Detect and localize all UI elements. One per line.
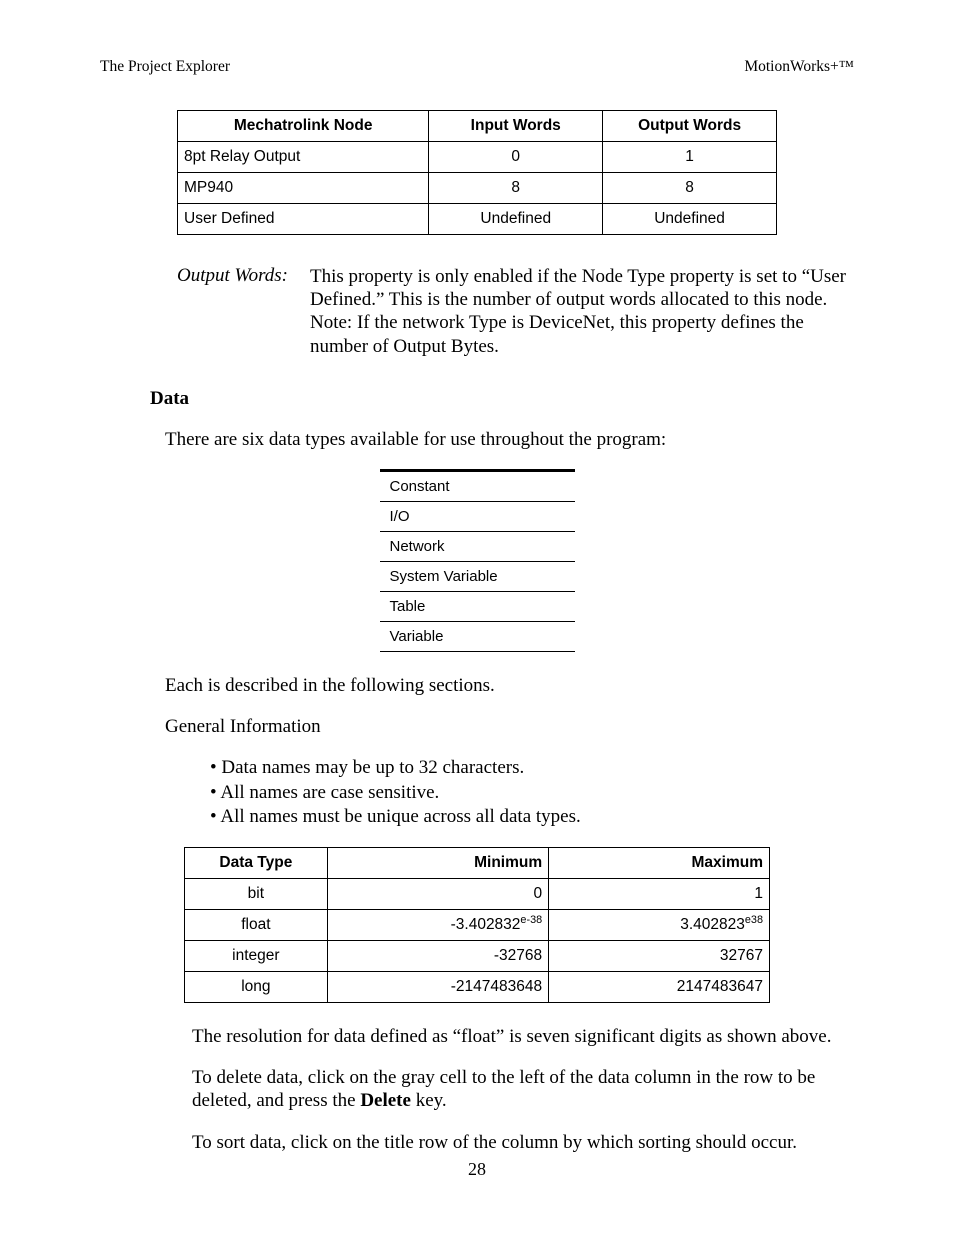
list-item: Variable — [380, 621, 575, 651]
para-resolution: The resolution for data defined as “floa… — [192, 1025, 854, 1048]
cell-min: -32768 — [327, 941, 548, 972]
th-datatype: Data Type — [185, 848, 328, 879]
sup: e38 — [745, 914, 763, 926]
val: 1 — [754, 885, 763, 902]
cell-type: bit — [185, 879, 328, 910]
cell-type: long — [185, 972, 328, 1003]
cell-node: User Defined — [178, 204, 429, 235]
list-cell: Table — [380, 591, 575, 621]
running-header: The Project Explorer MotionWorks+™ — [100, 58, 854, 76]
text: To delete data, click on the gray cell t… — [192, 1067, 815, 1111]
page: The Project Explorer MotionWorks+™ Mecha… — [0, 0, 954, 1235]
th-output: Output Words — [603, 111, 777, 142]
val: 0 — [534, 885, 543, 902]
val: -32768 — [494, 947, 542, 964]
table-row: long -2147483648 2147483647 — [185, 972, 770, 1003]
table-row: MP940 8 8 — [178, 173, 777, 204]
cell-min: 0 — [327, 879, 548, 910]
general-info-bullets: Data names may be up to 32 characters. A… — [210, 756, 854, 829]
list-cell: Constant — [380, 470, 575, 501]
delete-key: Delete — [360, 1090, 411, 1111]
cell-in: 8 — [429, 173, 603, 204]
cell-in: 0 — [429, 142, 603, 173]
cell-out: 1 — [603, 142, 777, 173]
list-item: System Variable — [380, 561, 575, 591]
page-number: 28 — [0, 1159, 954, 1180]
val: -3.402832 — [451, 916, 521, 933]
cell-max: 32767 — [549, 941, 770, 972]
th-max: Maximum — [549, 848, 770, 879]
val: -2147483648 — [451, 978, 542, 995]
table-row: float -3.402832e-38 3.402823e38 — [185, 910, 770, 941]
cell-max: 1 — [549, 879, 770, 910]
bullet-item: Data names may be up to 32 characters. — [210, 756, 854, 780]
def-body: This property is only enabled if the Nod… — [310, 265, 854, 358]
val: 32767 — [720, 947, 763, 964]
list-cell: Network — [380, 531, 575, 561]
bullet-item: All names must be unique across all data… — [210, 805, 854, 829]
cell-node: MP940 — [178, 173, 429, 204]
header-left: The Project Explorer — [100, 58, 230, 76]
mechatrolink-table: Mechatrolink Node Input Words Output Wor… — [177, 110, 777, 235]
def-term-text: Output Words: — [177, 265, 288, 286]
section-heading-data: Data — [150, 388, 854, 410]
list-cell: Variable — [380, 621, 575, 651]
table-row: integer -32768 32767 — [185, 941, 770, 972]
cell-min: -2147483648 — [327, 972, 548, 1003]
list-cell: I/O — [380, 501, 575, 531]
data-types-list: Constant I/O Network System Variable Tab… — [380, 469, 575, 652]
sup: e-38 — [520, 914, 542, 926]
table-row: User Defined Undefined Undefined — [178, 204, 777, 235]
list-item: Network — [380, 531, 575, 561]
table-row: 8pt Relay Output 0 1 — [178, 142, 777, 173]
val: 2147483647 — [677, 978, 763, 995]
data-type-range-table: Data Type Minimum Maximum bit 0 1 float … — [184, 847, 770, 1003]
general-info-heading: General Information — [165, 715, 854, 738]
list-cell: System Variable — [380, 561, 575, 591]
cell-out: 8 — [603, 173, 777, 204]
th-input: Input Words — [429, 111, 603, 142]
cell-type: float — [185, 910, 328, 941]
table-header-row: Data Type Minimum Maximum — [185, 848, 770, 879]
cell-out: Undefined — [603, 204, 777, 235]
list-item: I/O — [380, 501, 575, 531]
cell-node: 8pt Relay Output — [178, 142, 429, 173]
def-term: Output Words: — [155, 265, 310, 358]
list-item: Constant — [380, 470, 575, 501]
definition-output-words: Output Words: This property is only enab… — [100, 265, 854, 358]
cell-max: 3.402823e38 — [549, 910, 770, 941]
th-node: Mechatrolink Node — [178, 111, 429, 142]
text: key. — [411, 1090, 447, 1111]
cell-type: integer — [185, 941, 328, 972]
table-row: bit 0 1 — [185, 879, 770, 910]
table-header-row: Mechatrolink Node Input Words Output Wor… — [178, 111, 777, 142]
para-delete: To delete data, click on the gray cell t… — [192, 1066, 854, 1112]
cell-max: 2147483647 — [549, 972, 770, 1003]
after-list-paragraph: Each is described in the following secti… — [165, 674, 854, 697]
list-item: Table — [380, 591, 575, 621]
cell-min: -3.402832e-38 — [327, 910, 548, 941]
th-min: Minimum — [327, 848, 548, 879]
intro-paragraph: There are six data types available for u… — [165, 428, 854, 451]
para-sort: To sort data, click on the title row of … — [192, 1131, 854, 1154]
header-right: MotionWorks+™ — [744, 58, 854, 76]
val: 3.402823 — [680, 916, 745, 933]
cell-in: Undefined — [429, 204, 603, 235]
bullet-item: All names are case sensitive. — [210, 781, 854, 805]
